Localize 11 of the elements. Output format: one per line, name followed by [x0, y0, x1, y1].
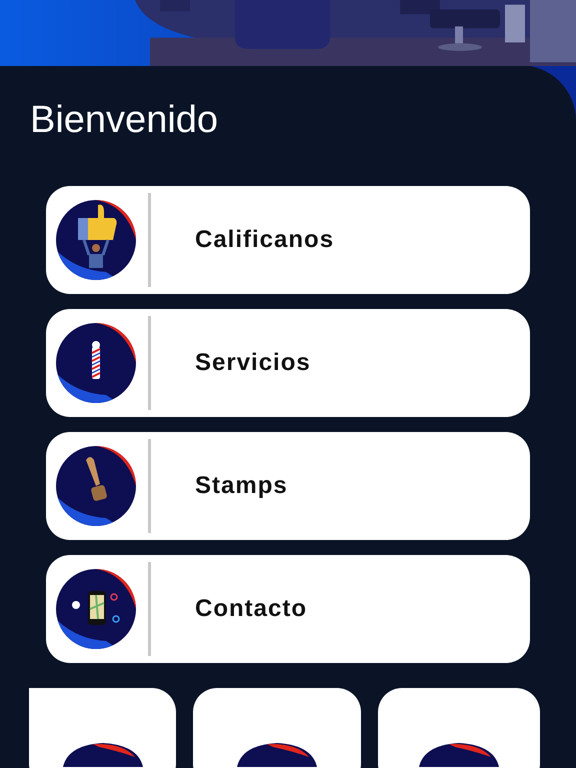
badge-icon: [237, 743, 317, 767]
badge-icon: [62, 743, 142, 767]
shortcut-tile[interactable]: [193, 688, 361, 768]
menu-card[interactable]: Servicios: [46, 309, 530, 417]
welcome-heading: Bienvenido: [30, 98, 220, 143]
menu-card[interactable]: Contacto: [46, 555, 530, 663]
shortcut-tile[interactable]: [29, 688, 176, 768]
menu-card[interactable]: Stamps: [46, 432, 530, 540]
badge-icon: [419, 743, 499, 767]
shortcut-tile[interactable]: [378, 688, 540, 768]
menu-card[interactable]: Calificanos: [46, 186, 530, 294]
